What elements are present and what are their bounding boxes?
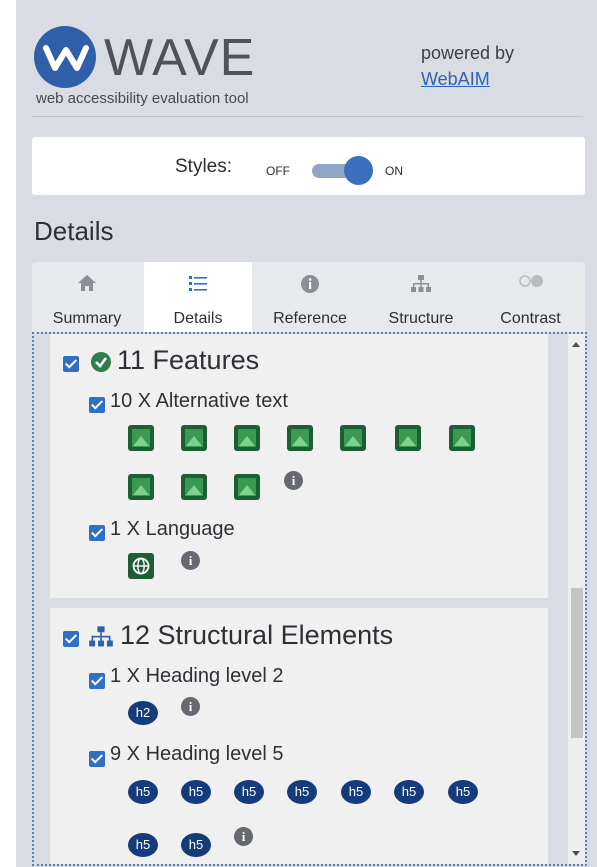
list-icon: [188, 274, 208, 297]
globe-icon[interactable]: [128, 553, 154, 579]
info-icon[interactable]: i: [284, 471, 303, 490]
heading-5-label: 9 X Heading level 5: [110, 743, 284, 765]
scroll-down-arrow-icon[interactable]: [572, 851, 580, 856]
heading-5-badge[interactable]: h5: [448, 780, 478, 804]
styles-label: Styles:: [175, 156, 233, 177]
language-checkbox[interactable]: [89, 525, 105, 541]
heading-2-badge[interactable]: h2: [128, 701, 158, 725]
heading-5-badge[interactable]: h5: [128, 780, 158, 804]
contrast-toggle-icon: [518, 274, 544, 293]
badge-text: h2: [135, 705, 151, 720]
styles-on-label: ON: [385, 164, 403, 178]
heading-2-label: 1 X Heading level 2: [110, 665, 284, 687]
tab-label: Details: [173, 310, 223, 327]
image-icon[interactable]: [234, 425, 260, 451]
image-icon[interactable]: [128, 425, 154, 451]
image-icon[interactable]: [287, 425, 313, 451]
webaim-link[interactable]: WebAIM: [421, 69, 490, 90]
wave-sidebar: WAVE web accessibility evaluation tool p…: [16, 0, 597, 867]
features-title: 11 Features: [117, 345, 260, 375]
badge-text: h5: [188, 837, 204, 852]
structural-title: 12 Structural Elements: [120, 620, 394, 650]
info-icon[interactable]: i: [234, 827, 253, 846]
badge-text: h5: [455, 784, 471, 799]
structure-icon: [410, 274, 432, 299]
heading-5-badge[interactable]: h5: [394, 780, 424, 804]
badge-text: h5: [241, 784, 257, 799]
badge-text: h5: [401, 784, 417, 799]
heading-5-badge[interactable]: h5: [341, 780, 371, 804]
heading-5-badge[interactable]: h5: [234, 780, 264, 804]
wave-logo-icon: [34, 26, 96, 88]
structural-elements-card: 12 Structural Elements 1 X Heading level…: [50, 608, 548, 864]
tab-summary[interactable]: Summary: [32, 262, 142, 332]
badge-text: h5: [135, 784, 151, 799]
details-scroll-area[interactable]: 11 Features 10 X Alternative text i 1 X …: [32, 332, 587, 866]
check-circle-icon: [90, 351, 112, 378]
heading-5-badge[interactable]: h5: [181, 833, 211, 857]
features-card: 11 Features 10 X Alternative text i 1 X …: [50, 334, 548, 598]
heading-2-checkbox[interactable]: [89, 673, 105, 689]
features-checkbox[interactable]: [63, 356, 79, 372]
scroll-up-arrow-icon[interactable]: [572, 342, 580, 347]
scrollbar-thumb[interactable]: [571, 588, 583, 738]
image-icon[interactable]: [181, 425, 207, 451]
tab-structure[interactable]: Structure: [368, 262, 474, 332]
image-icon[interactable]: [181, 474, 207, 500]
styles-toggle-knob[interactable]: [344, 156, 373, 185]
badge-text: h5: [348, 784, 364, 799]
tab-details[interactable]: Details: [144, 262, 252, 332]
alt-text-checkbox[interactable]: [89, 397, 105, 413]
tagline: web accessibility evaluation tool: [36, 90, 249, 107]
info-icon[interactable]: i: [181, 697, 200, 716]
tab-label: Structure: [388, 310, 454, 327]
image-icon[interactable]: [449, 425, 475, 451]
image-icon[interactable]: [128, 474, 154, 500]
tab-label: Contrast: [500, 310, 561, 327]
heading-5-badge[interactable]: h5: [287, 780, 317, 804]
badge-text: h5: [135, 837, 151, 852]
home-icon: [77, 274, 97, 297]
info-icon[interactable]: i: [181, 551, 200, 570]
image-icon[interactable]: [395, 425, 421, 451]
styles-off-label: OFF: [266, 164, 290, 178]
structure-icon: [88, 625, 114, 654]
language-label: 1 X Language: [110, 518, 235, 540]
tab-contrast[interactable]: Contrast: [476, 262, 585, 332]
brand-title: WAVE: [104, 29, 256, 87]
badge-text: h5: [188, 784, 204, 799]
header-divider: [32, 116, 583, 117]
badge-text: h5: [294, 784, 310, 799]
tab-reference[interactable]: Reference: [254, 262, 366, 332]
tab-bar: Summary Details Reference Structure Cont…: [32, 262, 585, 332]
image-icon[interactable]: [234, 474, 260, 500]
panel-title: Details: [34, 216, 114, 246]
heading-5-badge[interactable]: h5: [181, 780, 211, 804]
vertical-scrollbar[interactable]: [568, 334, 585, 864]
heading-5-checkbox[interactable]: [89, 751, 105, 767]
structural-checkbox[interactable]: [63, 631, 79, 647]
info-icon: [300, 274, 320, 299]
tab-label: Summary: [52, 310, 122, 327]
image-icon[interactable]: [340, 425, 366, 451]
alt-text-label: 10 X Alternative text: [110, 390, 288, 412]
heading-5-badge[interactable]: h5: [128, 833, 158, 857]
styles-toggle-box: Styles: OFF ON: [32, 137, 585, 195]
tab-label: Reference: [273, 310, 347, 327]
powered-by-label: powered by: [421, 43, 515, 63]
